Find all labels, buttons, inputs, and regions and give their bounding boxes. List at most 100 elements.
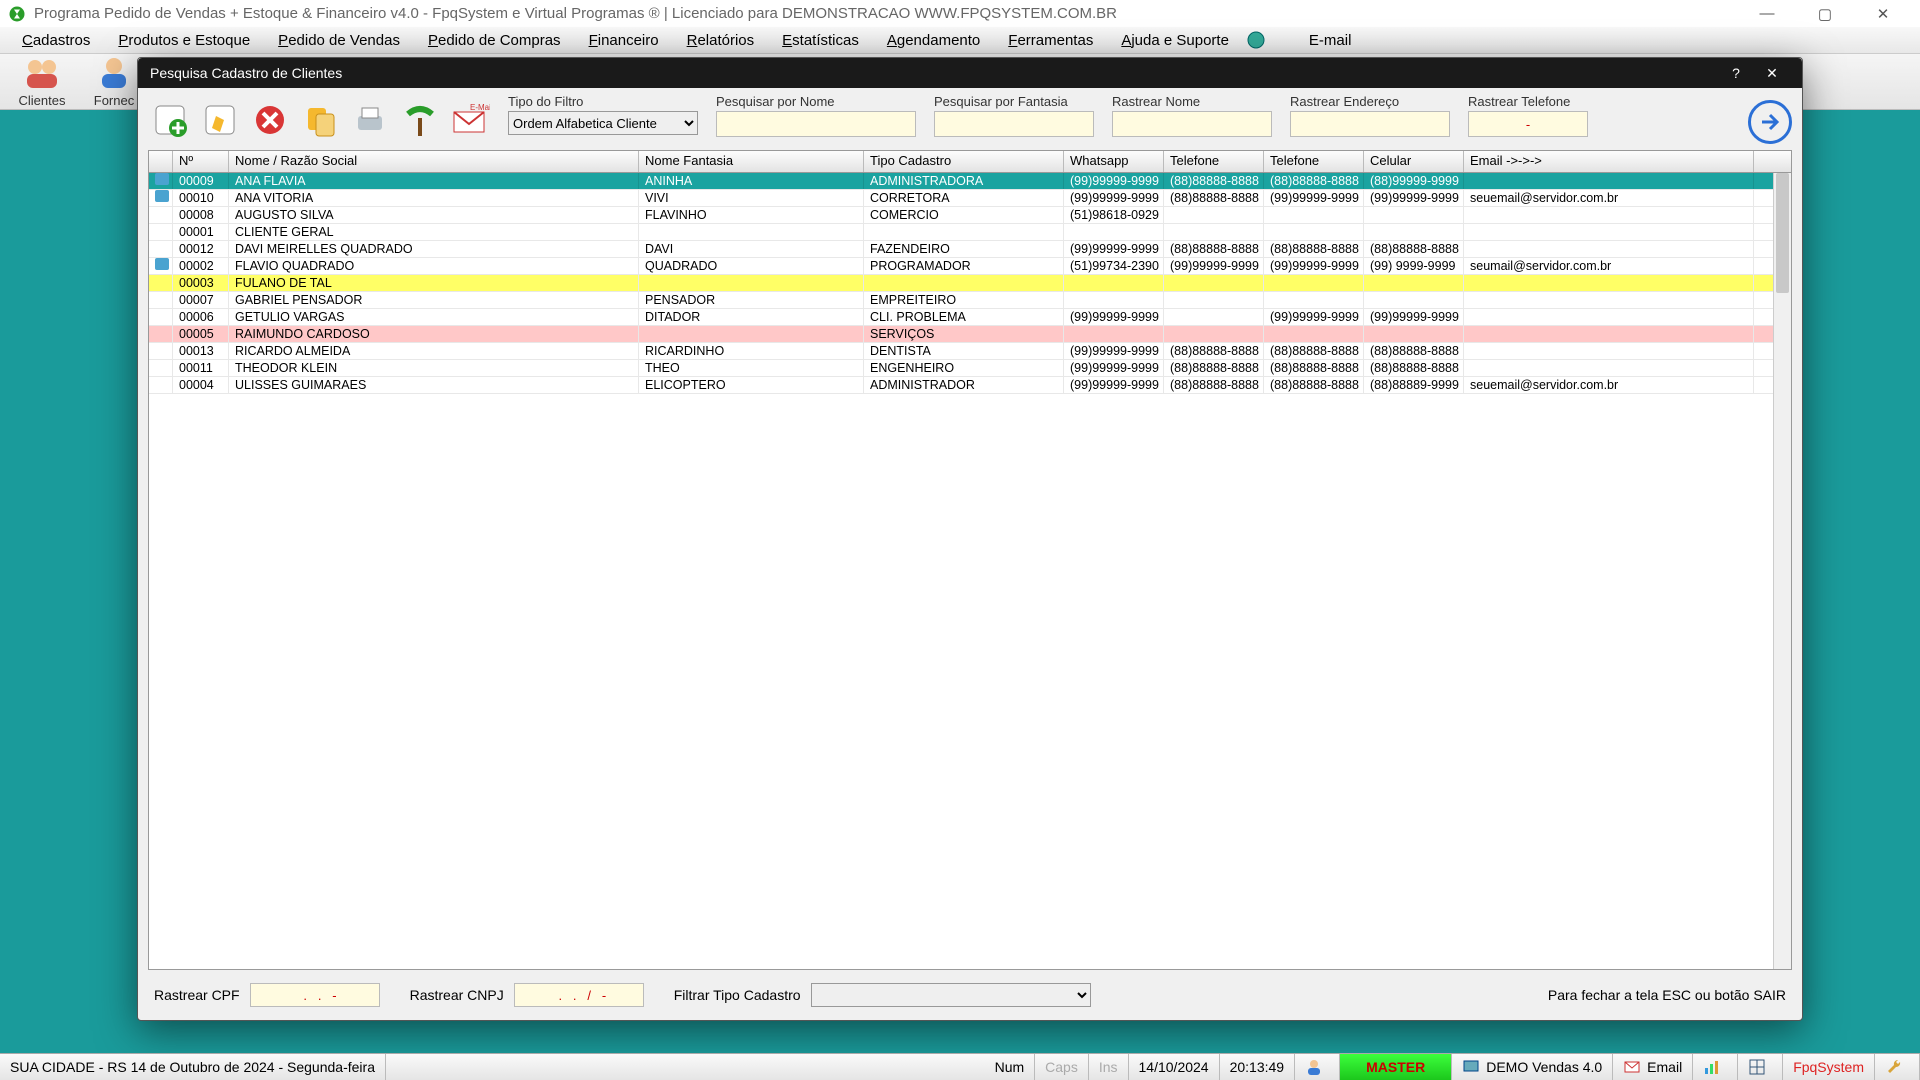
close-button[interactable]: ✕ bbox=[1854, 0, 1912, 27]
track-cnpj-input[interactable] bbox=[514, 983, 644, 1007]
cell-tel1: (88)88888-8888 bbox=[1164, 241, 1264, 257]
search-fantasia-input[interactable] bbox=[934, 111, 1094, 137]
menu-agendamento[interactable]: Agendamento bbox=[873, 32, 994, 49]
cell-celular bbox=[1364, 207, 1464, 223]
menu-financeiro[interactable]: Financeiro bbox=[575, 32, 673, 49]
search-go-button[interactable] bbox=[1748, 100, 1792, 144]
cell-tel2: (99)99999-9999 bbox=[1264, 190, 1364, 206]
menu-ajuda[interactable]: Ajuda e Suporte bbox=[1107, 32, 1243, 49]
delete-button[interactable] bbox=[248, 98, 292, 142]
track-phone-input[interactable] bbox=[1468, 111, 1588, 137]
table-row[interactable]: 00012DAVI MEIRELLES QUADRADODAVIFAZENDEI… bbox=[149, 241, 1791, 258]
edit-button[interactable] bbox=[198, 98, 242, 142]
printer-icon bbox=[352, 102, 388, 138]
table-row[interactable]: 00009ANA FLAVIAANINHAADMINISTRADORA(99)9… bbox=[149, 173, 1791, 190]
cell-celular: (99)99999-9999 bbox=[1364, 309, 1464, 325]
print-button[interactable] bbox=[348, 98, 392, 142]
menu-produtos[interactable]: Produtos e Estoque bbox=[104, 32, 264, 49]
expand-icon[interactable] bbox=[155, 190, 169, 202]
track-name-group: Rastrear Nome bbox=[1112, 94, 1272, 137]
track-address-input[interactable] bbox=[1290, 111, 1450, 137]
menu-email[interactable]: E-mail bbox=[1295, 32, 1366, 49]
status-user-icon bbox=[1295, 1054, 1340, 1080]
col-tipo[interactable]: Tipo Cadastro bbox=[864, 151, 1064, 172]
col-nome[interactable]: Nome / Razão Social bbox=[229, 151, 639, 172]
table-row[interactable]: 00005RAIMUNDO CARDOSOSERVIÇOS bbox=[149, 326, 1791, 343]
status-tool[interactable] bbox=[1875, 1054, 1920, 1080]
status-chart[interactable] bbox=[1693, 1054, 1738, 1080]
toolbar-clientes[interactable]: Clientes bbox=[6, 56, 78, 108]
table-row[interactable]: 00004ULISSES GUIMARAESELICOPTEROADMINIST… bbox=[149, 377, 1791, 394]
cell-whatsapp: (99)99999-9999 bbox=[1064, 360, 1164, 376]
col-celular[interactable]: Celular bbox=[1364, 151, 1464, 172]
scrollbar-thumb[interactable] bbox=[1776, 173, 1789, 293]
col-num[interactable]: Nº bbox=[173, 151, 229, 172]
table-row[interactable]: 00002FLAVIO QUADRADOQUADRADOPROGRAMADOR(… bbox=[149, 258, 1791, 275]
table-row[interactable]: 00008AUGUSTO SILVAFLAVINHOCOMERCIO(51)98… bbox=[149, 207, 1791, 224]
table-row[interactable]: 00013RICARDO ALMEIDARICARDINHODENTISTA(9… bbox=[149, 343, 1791, 360]
track-cnpj-label: Rastrear CNPJ bbox=[410, 987, 504, 1003]
filter-type-select[interactable]: Ordem Alfabetica Cliente bbox=[508, 111, 698, 135]
cell-fantasia bbox=[639, 275, 864, 291]
cell-email bbox=[1464, 207, 1754, 223]
table-row[interactable]: 00011THEODOR KLEINTHEOENGENHEIRO(99)9999… bbox=[149, 360, 1791, 377]
minimize-button[interactable]: — bbox=[1738, 0, 1796, 27]
menu-cadastros[interactable]: Cadastros bbox=[8, 32, 104, 49]
table-row[interactable]: 00010ANA VITORIAVIVICORRETORA(99)99999-9… bbox=[149, 190, 1791, 207]
menu-estatisticas[interactable]: Estatísticas bbox=[768, 32, 873, 49]
col-email[interactable]: Email ->->-> bbox=[1464, 151, 1754, 172]
maximize-button[interactable]: ▢ bbox=[1796, 0, 1854, 27]
cell-celular: (99)99999-9999 bbox=[1364, 190, 1464, 206]
vertical-scrollbar[interactable] bbox=[1773, 173, 1791, 969]
col-tel1[interactable]: Telefone bbox=[1164, 151, 1264, 172]
dialog-close-button[interactable]: ✕ bbox=[1754, 65, 1790, 82]
cell-whatsapp: (51)98618-0929 bbox=[1064, 207, 1164, 223]
cell-whatsapp: (99)99999-9999 bbox=[1064, 241, 1164, 257]
status-time: 20:13:49 bbox=[1220, 1054, 1296, 1080]
status-email[interactable]: Email bbox=[1613, 1054, 1693, 1080]
track-cpf-input[interactable] bbox=[250, 983, 380, 1007]
cell-tipo bbox=[864, 224, 1064, 240]
status-fpqsystem[interactable]: FpqSystem bbox=[1783, 1054, 1875, 1080]
add-button[interactable] bbox=[148, 98, 192, 142]
menu-pedido-vendas[interactable]: Pedido de Vendas bbox=[264, 32, 414, 49]
cell-num: 00001 bbox=[173, 224, 229, 240]
dialog-help-button[interactable]: ? bbox=[1718, 65, 1754, 81]
cell-tipo bbox=[864, 275, 1064, 291]
cell-fantasia: QUADRADO bbox=[639, 258, 864, 274]
search-name-group: Pesquisar por Nome bbox=[716, 94, 916, 137]
table-row[interactable]: 00003FULANO DE TAL bbox=[149, 275, 1791, 292]
cell-tel2 bbox=[1264, 326, 1364, 342]
cell-nome: ULISSES GUIMARAES bbox=[229, 377, 639, 393]
track-name-input[interactable] bbox=[1112, 111, 1272, 137]
cell-tel2: (88)88888-8888 bbox=[1264, 343, 1364, 359]
copy-button[interactable] bbox=[298, 98, 342, 142]
filter-tipo-cadastro-select[interactable] bbox=[811, 983, 1091, 1007]
statusbar: SUA CIDADE - RS 14 de Outubro de 2024 - … bbox=[0, 1053, 1920, 1080]
export-button[interactable] bbox=[398, 98, 442, 142]
email-button[interactable]: E-Mail bbox=[448, 98, 492, 142]
expand-icon[interactable] bbox=[155, 173, 169, 185]
col-fantasia[interactable]: Nome Fantasia bbox=[639, 151, 864, 172]
table-row[interactable]: 00007GABRIEL PENSADORPENSADOREMPREITEIRO bbox=[149, 292, 1791, 309]
col-tel2[interactable]: Telefone bbox=[1264, 151, 1364, 172]
col-expand[interactable] bbox=[149, 151, 173, 172]
cell-celular: (88)88889-9999 bbox=[1364, 377, 1464, 393]
search-name-input[interactable] bbox=[716, 111, 916, 137]
menu-relatorios[interactable]: Relatórios bbox=[673, 32, 769, 49]
cell-email bbox=[1464, 275, 1754, 291]
status-master: MASTER bbox=[1340, 1054, 1452, 1080]
status-demo: DEMO Vendas 4.0 bbox=[1452, 1054, 1613, 1080]
cell-email bbox=[1464, 343, 1754, 359]
cell-nome: GABRIEL PENSADOR bbox=[229, 292, 639, 308]
expand-icon[interactable] bbox=[155, 258, 169, 270]
table-row[interactable]: 00001CLIENTE GERAL bbox=[149, 224, 1791, 241]
col-whatsapp[interactable]: Whatsapp bbox=[1064, 151, 1164, 172]
table-row[interactable]: 00006GETULIO VARGASDITADORCLI. PROBLEMA(… bbox=[149, 309, 1791, 326]
cell-tel2 bbox=[1264, 292, 1364, 308]
cell-whatsapp: (51)99734-2390 bbox=[1064, 258, 1164, 274]
menu-ferramentas[interactable]: Ferramentas bbox=[994, 32, 1107, 49]
menu-pedido-compras[interactable]: Pedido de Compras bbox=[414, 32, 575, 49]
status-date: 14/10/2024 bbox=[1129, 1054, 1220, 1080]
status-grid[interactable] bbox=[1738, 1054, 1783, 1080]
